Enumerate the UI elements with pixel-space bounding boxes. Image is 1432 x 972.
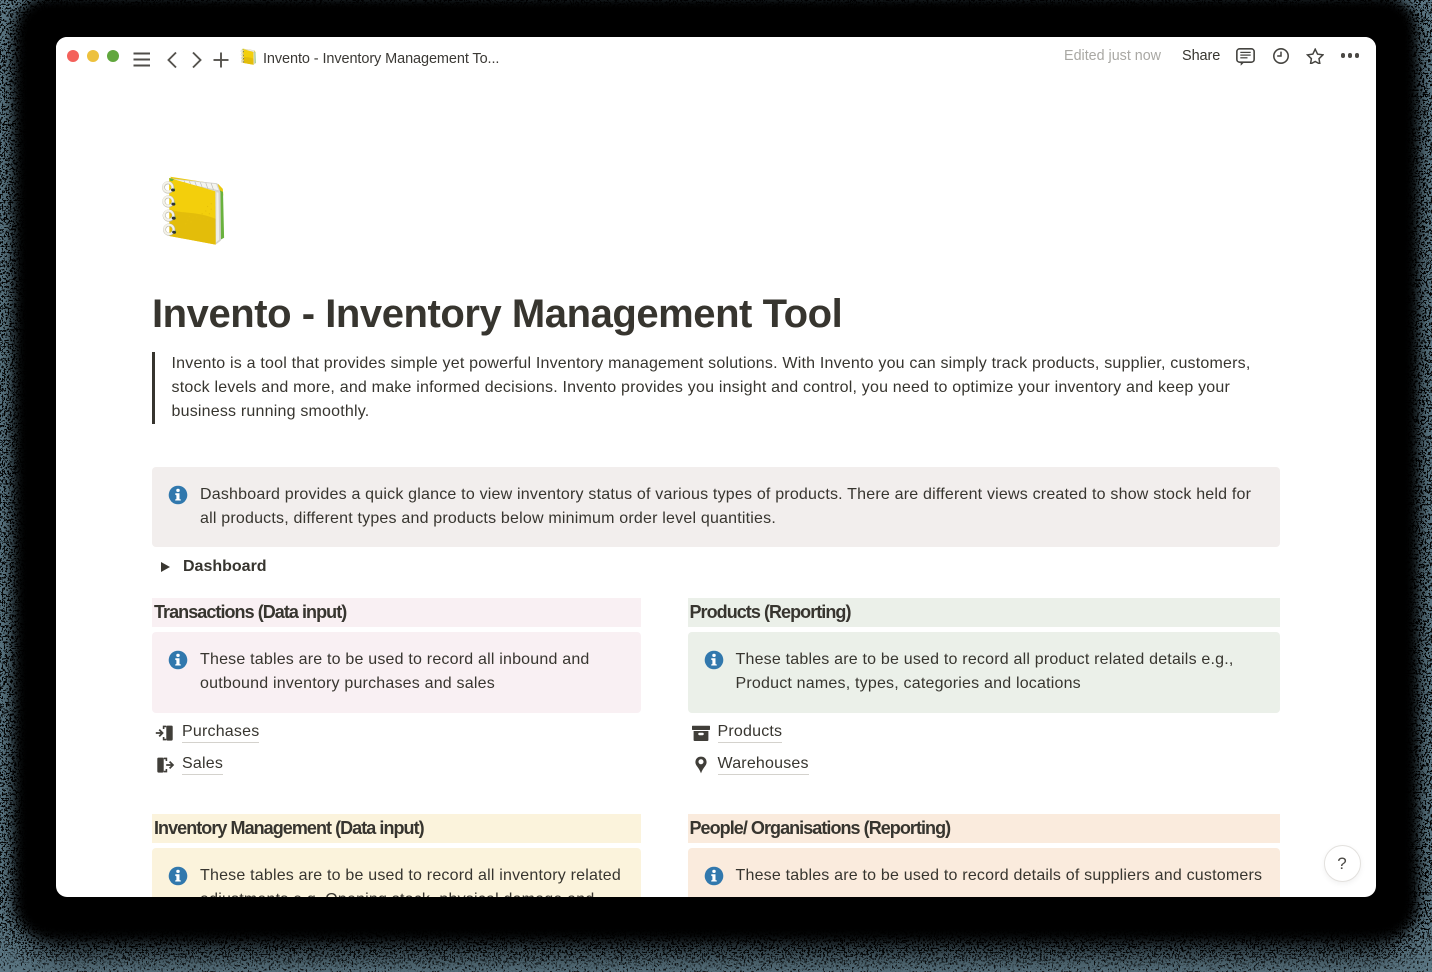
page-icon-ledger[interactable] <box>159 173 228 249</box>
toggle-label: Dashboard <box>183 554 267 580</box>
toggle-triangle-icon[interactable] <box>161 562 170 572</box>
link-label: Products <box>718 723 783 743</box>
section-header-people: People/ Organisations (Reporting) <box>688 814 1281 843</box>
section-header-inventory: Inventory Management (Data input) <box>152 814 641 843</box>
callout-transactions: These tables are to be used to record al… <box>152 632 641 713</box>
map-pin-icon <box>691 755 711 775</box>
favorite-star-icon[interactable] <box>1306 48 1324 65</box>
callout-dashboard: Dashboard provides a quick glance to vie… <box>152 467 1280 547</box>
link-purchases[interactable]: Purchases <box>155 718 259 748</box>
info-icon <box>168 650 188 670</box>
door-enter-icon <box>155 723 175 743</box>
archive-box-icon <box>691 723 711 743</box>
page-title: Invento - Inventory Management Tool <box>152 292 842 336</box>
link-products[interactable]: Products <box>691 718 783 748</box>
info-icon <box>704 866 724 886</box>
notion-window: Invento - Inventory Management To... Edi… <box>56 37 1376 897</box>
link-label: Sales <box>182 755 223 775</box>
info-icon <box>704 650 724 670</box>
callout-text: These tables are to be used to record al… <box>736 648 1234 697</box>
page-content: Invento - Inventory Management Tool Inve… <box>152 37 1280 897</box>
callout-text: Dashboard provides a quick glance to vie… <box>200 483 1251 531</box>
link-label: Warehouses <box>718 755 809 775</box>
help-button[interactable]: ? <box>1324 845 1361 882</box>
link-warehouses[interactable]: Warehouses <box>691 750 809 780</box>
more-icon[interactable] <box>1341 53 1360 57</box>
info-icon <box>168 866 188 886</box>
callout-products: These tables are to be used to record al… <box>688 632 1281 713</box>
door-exit-icon <box>155 755 175 775</box>
section-header-products: Products (Reporting) <box>688 598 1281 627</box>
callout-people: These tables are to be used to record de… <box>688 848 1281 897</box>
quote-block: Invento is a tool that provides simple y… <box>152 352 1280 424</box>
info-icon <box>168 485 188 505</box>
link-label: Purchases <box>182 723 259 743</box>
callout-text: These tables are to be used to record al… <box>200 648 590 697</box>
link-sales[interactable]: Sales <box>155 750 223 780</box>
callout-text: These tables are to be used to record al… <box>200 864 625 897</box>
callout-text: These tables are to be used to record de… <box>736 864 1263 897</box>
section-header-transactions: Transactions (Data input) <box>152 598 641 627</box>
callout-inventory: These tables are to be used to record al… <box>152 848 641 897</box>
